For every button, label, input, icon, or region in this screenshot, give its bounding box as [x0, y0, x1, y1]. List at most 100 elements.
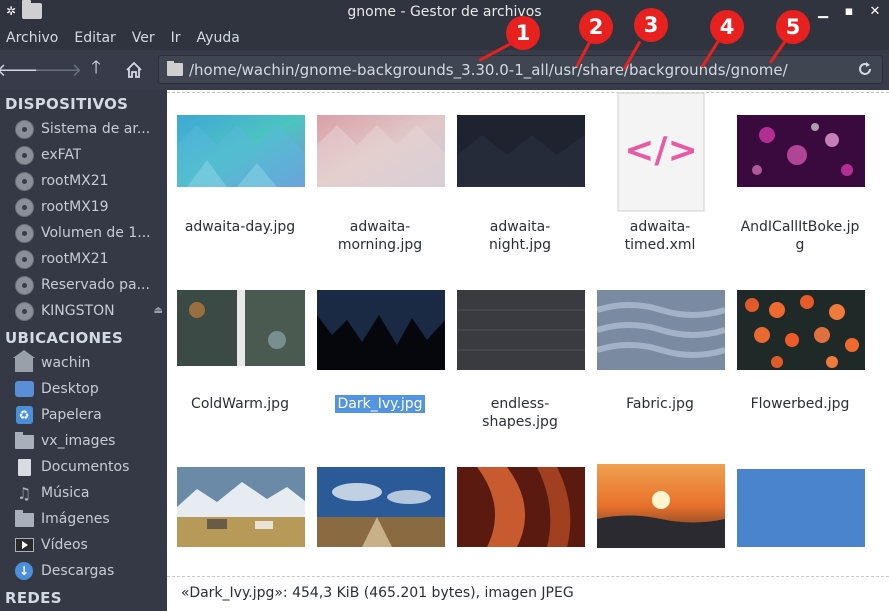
maximize-icon[interactable]: ▪ — [841, 4, 857, 20]
thumbnail-image — [317, 467, 445, 547]
file-name: g — [795, 237, 805, 253]
file-name: adwaita- — [629, 219, 691, 235]
sidebar-item-videos[interactable]: Vídeos — [0, 532, 167, 558]
home-icon — [126, 61, 142, 78]
thumbnail-image — [457, 115, 585, 187]
menu-ir[interactable]: Ir — [171, 30, 181, 46]
sidebar-item-documentos[interactable]: Documentos — [0, 454, 167, 480]
sidebar-item-device[interactable]: Sistema de ar... — [0, 116, 167, 142]
file-name: ColdWarm.jpg — [191, 396, 289, 412]
thumbnail-image — [597, 464, 725, 548]
menu-editar[interactable]: Editar — [74, 30, 115, 46]
sidebar-item-device[interactable]: rootMX21 — [0, 246, 167, 272]
sidebar-item-device[interactable]: rootMX19 — [0, 194, 167, 220]
thumbnail-image — [177, 467, 305, 547]
annotation-badge-3: 3 — [634, 8, 668, 42]
sidebar-item-desktop[interactable]: Desktop — [0, 376, 167, 402]
file-name: morning.jpg — [337, 237, 423, 253]
thumbnail-image — [457, 467, 585, 547]
window-menu-icon[interactable]: ✲ — [4, 4, 18, 18]
pictures-icon — [14, 510, 34, 527]
menu-ver[interactable]: Ver — [132, 30, 155, 46]
disk-icon — [14, 197, 34, 217]
close-icon[interactable]: ✕ — [867, 4, 883, 20]
thumbnail-image — [457, 290, 585, 370]
annotation-badge-1: 1 — [506, 16, 540, 50]
arrow-up-icon: 🡑 — [91, 57, 101, 78]
file-name: Flowerbed.jpg — [750, 396, 850, 412]
toolbar: 🡐 🡒 🡑 /home/wachin/gnome-backgrounds_3.3… — [0, 50, 889, 90]
disk-icon — [14, 223, 34, 243]
menu-ayuda[interactable]: Ayuda — [197, 30, 240, 46]
thumbnail-image — [177, 115, 305, 187]
arrow-right-icon: 🡒 — [33, 59, 83, 81]
thumbnail-image — [737, 469, 865, 547]
file-name: adwaita- — [349, 219, 411, 235]
annotation-badge-4: 4 — [710, 10, 744, 44]
download-icon: ↓ — [15, 562, 33, 580]
thumbnail-image — [317, 290, 445, 370]
sidebar-item-wachin[interactable]: wachin — [0, 350, 167, 376]
file-view[interactable]: adwaita-day.jpg adwaita-morning.jpg adwa… — [167, 90, 889, 576]
thumbnail-image — [737, 115, 865, 187]
status-bar: «Dark_Ivy.jpg»: 454,3 KiB (465.201 bytes… — [167, 576, 889, 611]
back-button[interactable]: 🡐 — [0, 55, 44, 85]
section-devices-title: DISPOSITIVOS — [5, 95, 129, 113]
file-name: adwaita-day.jpg — [184, 219, 296, 235]
reload-icon[interactable] — [856, 60, 874, 78]
svg-text:</>: </> — [624, 130, 697, 171]
section-network-title: REDES — [5, 589, 62, 607]
title-bar: ✲ gnome - Gestor de archivos ▁ ▪ ✕ — [0, 0, 889, 26]
app-folder-icon — [22, 0, 42, 19]
file-name: night.jpg — [488, 237, 552, 253]
sidebar-item-device[interactable]: rootMX21 — [0, 168, 167, 194]
forward-button[interactable]: 🡒 — [34, 55, 82, 85]
sidebar-item-musica[interactable]: ♫ Música — [0, 480, 167, 506]
thumbnail-image — [737, 290, 865, 370]
file-name: shapes.jpg — [482, 414, 558, 430]
file-name: timed.xml — [624, 237, 696, 253]
annotation-badge-5: 5 — [776, 10, 810, 44]
disk-icon — [14, 275, 34, 295]
location-path[interactable]: /home/wachin/gnome-backgrounds_3.30.0-1_… — [189, 61, 788, 79]
sidebar-item-imagenes[interactable]: Imágenes — [0, 506, 167, 532]
thumbnail-image — [597, 290, 725, 370]
home-icon — [13, 350, 35, 372]
disk-icon — [14, 301, 34, 321]
folder-icon — [14, 432, 34, 449]
sidebar-item-vx-images[interactable]: vx_images — [0, 428, 167, 454]
sidebar-item-device[interactable]: exFAT — [0, 142, 167, 168]
xml-file-icon: </> — [617, 92, 705, 212]
home-button[interactable] — [116, 55, 152, 85]
disk-icon — [14, 249, 34, 269]
sidebar-item-device[interactable]: Reservado pa... — [0, 272, 167, 298]
up-button[interactable]: 🡑 — [78, 55, 114, 85]
sidebar-item-papelera[interactable]: ♻ Papelera — [0, 402, 167, 428]
menu-archivo[interactable]: Archivo — [6, 30, 58, 46]
document-icon — [17, 458, 31, 476]
file-name: adwaita- — [489, 219, 551, 235]
eject-icon[interactable]: ⏏ — [154, 305, 163, 316]
disk-icon — [14, 171, 34, 191]
disk-icon — [14, 119, 34, 139]
thumbnail-image — [177, 290, 305, 366]
window-title: gnome - Gestor de archivos — [347, 4, 542, 20]
file-name: Fabric.jpg — [626, 396, 694, 412]
file-name: AndICallItBoke.jp — [740, 219, 860, 235]
minimize-icon[interactable]: ▁ — [815, 4, 831, 20]
file-name: endless- — [490, 396, 550, 412]
desktop-icon — [14, 381, 34, 397]
sidebar: DISPOSITIVOS Sistema de ar... exFAT root… — [0, 90, 167, 611]
thumbnail-image — [317, 115, 445, 187]
sidebar-item-descargas[interactable]: ↓ Descargas — [0, 558, 167, 584]
annotation-badge-2: 2 — [579, 10, 613, 44]
disk-icon — [14, 145, 34, 165]
status-text: «Dark_Ivy.jpg»: 454,3 KiB (465.201 bytes… — [181, 585, 574, 601]
trash-icon: ♻ — [15, 406, 33, 424]
video-icon — [14, 538, 34, 552]
sidebar-item-device[interactable]: KINGSTON ⏏ — [0, 298, 167, 324]
menu-bar: Archivo Editar Ver Ir Ayuda — [0, 26, 889, 50]
section-places-title: UBICACIONES — [5, 329, 124, 347]
folder-icon — [167, 61, 183, 76]
sidebar-item-device[interactable]: Volumen de 1... — [0, 220, 167, 246]
